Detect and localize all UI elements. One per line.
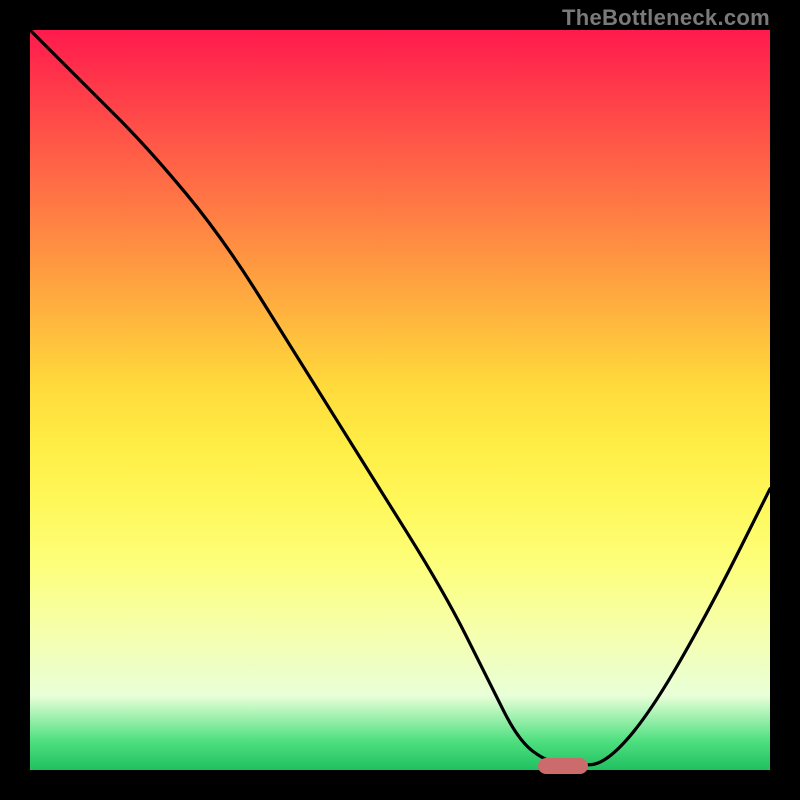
curve-svg xyxy=(30,30,770,770)
watermark-text: TheBottleneck.com xyxy=(562,5,770,31)
bottleneck-curve-path xyxy=(30,30,770,765)
chart-container: TheBottleneck.com xyxy=(0,0,800,800)
optimum-marker xyxy=(538,758,588,774)
plot-area xyxy=(30,30,770,770)
